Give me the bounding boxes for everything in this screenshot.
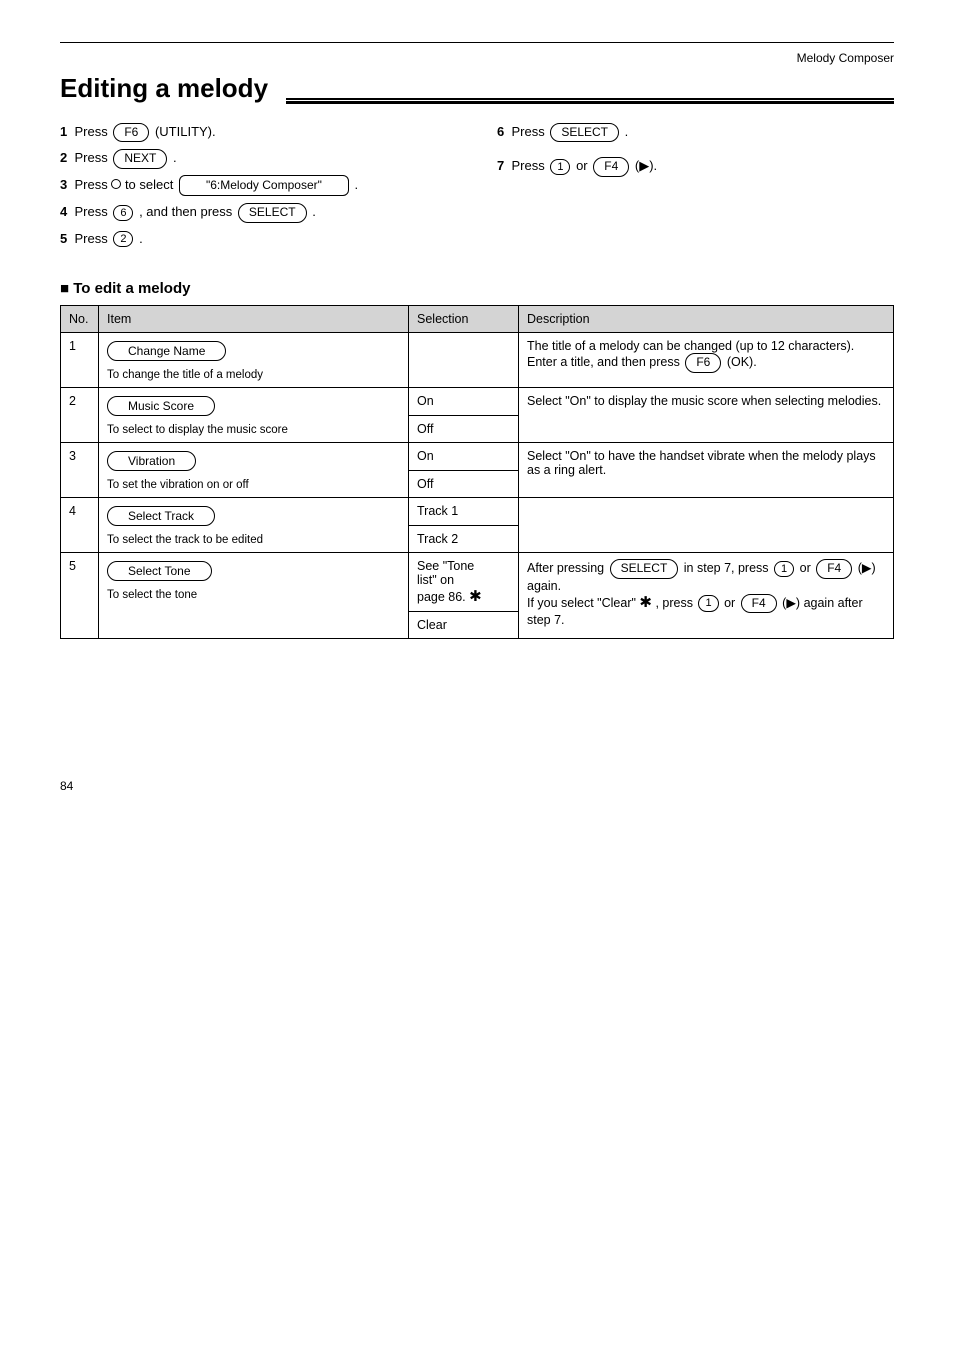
table-row: 4 Select Track To select the track to be… — [61, 498, 894, 526]
row5-desc-mid1: in step 7, press — [684, 561, 772, 575]
top-rule — [60, 42, 894, 43]
step7-pre: Press — [511, 158, 548, 173]
subheading: ■ To edit a melody — [60, 280, 894, 297]
row4-item: Select Track To select the track to be e… — [99, 498, 409, 553]
step6-pre: Press — [511, 124, 548, 139]
f4-button-row5b: F4 — [741, 594, 777, 614]
row2-no: 2 — [61, 388, 99, 443]
row2-sel-off: Off — [409, 415, 519, 443]
row5-sel-a-l1: See "Tone — [417, 559, 474, 573]
num2-button: 2 — [113, 231, 133, 247]
instructions-block: 1 Press F6 (UTILITY). 2 Press NEXT . 3 P… — [60, 122, 894, 254]
music-score-oval: Music Score — [107, 396, 215, 416]
row2-item: Music Score To select to display the mus… — [99, 388, 409, 443]
row5-sel-b: Clear — [409, 612, 519, 639]
section-title-row: Editing a melody — [60, 73, 894, 104]
f4-button: F4 — [593, 157, 629, 177]
row5-desc-pre: After pressing — [527, 561, 608, 575]
row5-desc-l2-or: or — [724, 596, 739, 610]
row5-desc-mid2: or — [800, 561, 815, 575]
row4-sel-t2: Track 2 — [409, 525, 519, 553]
row5-desc-l2-pre: If you select "Clear" — [527, 596, 639, 610]
table-row: 5 Select Tone To select the tone See "To… — [61, 553, 894, 612]
row5-sel-a-l3: page 86. — [417, 590, 466, 604]
step7-post: (▶). — [635, 158, 657, 173]
row2-item-desc: To select to display the music score — [107, 424, 400, 436]
row3-no: 3 — [61, 443, 99, 498]
row5-no: 5 — [61, 553, 99, 639]
num1-button-row5a: 1 — [774, 561, 794, 577]
page-title: Editing a melody — [60, 73, 268, 104]
step3-post: . — [355, 177, 359, 192]
nav-icon — [111, 179, 121, 189]
step2-post: . — [173, 150, 177, 165]
row4-sel-t1: Track 1 — [409, 498, 519, 526]
f6-button-row1: F6 — [685, 353, 721, 373]
table-header-row: No. Item Selection Description — [61, 306, 894, 333]
row3-item-desc: To set the vibration on or off — [107, 479, 400, 491]
row5-item: Select Tone To select the tone — [99, 553, 409, 639]
row4-desc — [519, 498, 894, 553]
step5-post: . — [139, 231, 143, 246]
select-track-oval: Select Track — [107, 506, 215, 526]
table-row: 2 Music Score To select to display the m… — [61, 388, 894, 416]
num1-button-row5b: 1 — [698, 595, 718, 611]
row5-desc: After pressing SELECT in step 7, press 1… — [519, 553, 894, 639]
step5-pre: Press — [74, 231, 111, 246]
table-row: 3 Vibration To set the vibration on or o… — [61, 443, 894, 471]
step1-pre: Press — [74, 124, 111, 139]
step3-a: Press — [74, 177, 111, 192]
num6-button: 6 — [113, 205, 133, 221]
col-no-header: No. — [61, 306, 99, 333]
select-button-row5: SELECT — [610, 559, 679, 579]
header-right: Melody Composer — [60, 51, 894, 65]
num1-button: 1 — [550, 159, 570, 175]
row3-sel-off: Off — [409, 470, 519, 498]
row5-sel-a: See "Tone list" on page 86. ✱ — [409, 553, 519, 612]
star-icon: ✱ — [469, 588, 482, 605]
next-button: NEXT — [113, 149, 167, 169]
select-tone-oval: Select Tone — [107, 561, 212, 581]
step3-b: to select — [125, 177, 177, 192]
select-button: SELECT — [238, 203, 307, 223]
step4-pre: Press — [74, 204, 111, 219]
row5-desc-l2-post: , press — [655, 596, 696, 610]
row2-sel-on: On — [409, 388, 519, 416]
edit-melody-table: No. Item Selection Description 1 Change … — [60, 305, 894, 639]
menu-item-melody-composer: "6:Melody Composer" — [179, 175, 349, 197]
row1-sel — [409, 333, 519, 388]
step7-mid: or — [576, 158, 591, 173]
row1-item-desc: To change the title of a melody — [107, 369, 400, 381]
row1-desc: The title of a melody can be changed (up… — [519, 333, 894, 388]
row3-item: Vibration To set the vibration on or off — [99, 443, 409, 498]
table-row: 1 Change Name To change the title of a m… — [61, 333, 894, 388]
select-button-2: SELECT — [550, 123, 619, 143]
vibration-oval: Vibration — [107, 451, 196, 471]
col-desc-header: Description — [519, 306, 894, 333]
row5-item-desc: To select the tone — [107, 589, 400, 601]
change-name-oval: Change Name — [107, 341, 226, 361]
row1-item: Change Name To change the title of a mel… — [99, 333, 409, 388]
step2-pre: Press — [74, 150, 111, 165]
col-item-header: Item — [99, 306, 409, 333]
row5-sel-a-l2: list" on — [417, 573, 454, 587]
instructions-right: 6 Press SELECT . 7 Press 1 or F4 (▶). — [497, 122, 894, 254]
step1-post: (UTILITY). — [155, 124, 216, 139]
page-footer: 84 — [60, 779, 894, 793]
row4-item-desc: To select the track to be edited — [107, 534, 400, 546]
instructions-left: 1 Press F6 (UTILITY). 2 Press NEXT . 3 P… — [60, 122, 457, 254]
col-sel-header: Selection — [409, 306, 519, 333]
row4-no: 4 — [61, 498, 99, 553]
step4-mid: , and then press — [139, 204, 236, 219]
row3-sel-on: On — [409, 443, 519, 471]
star-icon-2: ✱ — [639, 594, 652, 611]
step4-post: . — [312, 204, 316, 219]
row1-no: 1 — [61, 333, 99, 388]
step6-post: . — [625, 124, 629, 139]
f4-button-row5a: F4 — [816, 559, 852, 579]
f6-button: F6 — [113, 123, 149, 143]
row2-desc: Select "On" to display the music score w… — [519, 388, 894, 443]
row3-desc: Select "On" to have the handset vibrate … — [519, 443, 894, 498]
